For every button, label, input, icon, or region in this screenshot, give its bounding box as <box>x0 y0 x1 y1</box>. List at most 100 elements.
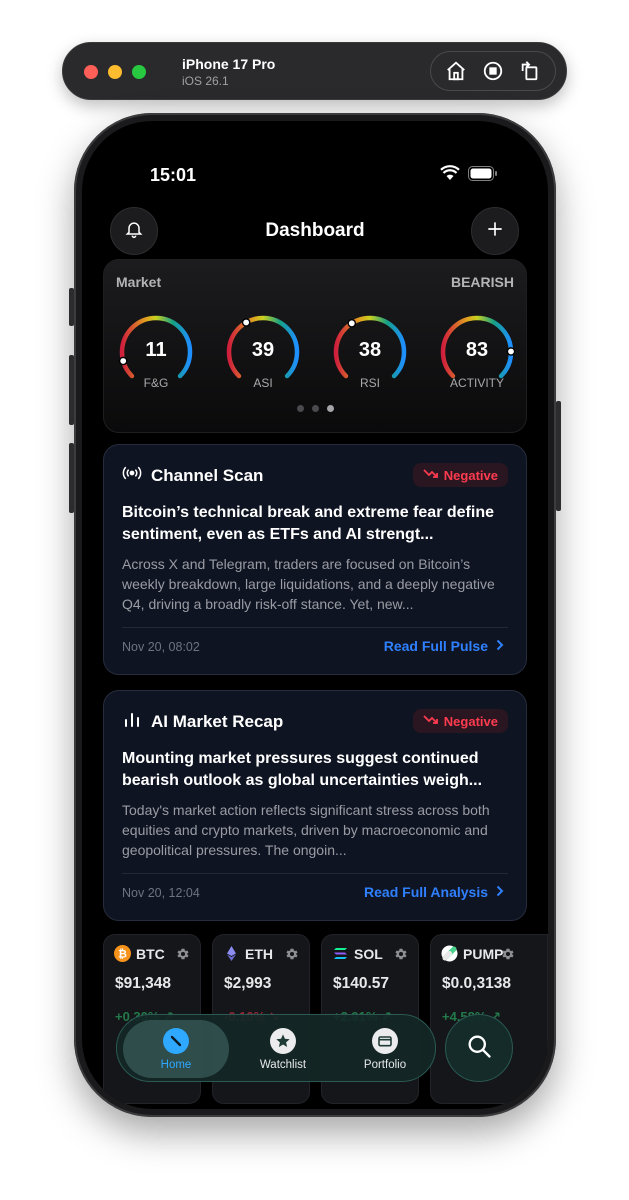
gear-icon[interactable] <box>176 947 190 966</box>
gauge-rsi[interactable]: 38 RSI <box>328 310 412 394</box>
simulator-toolbar: iPhone 17 Pro iOS 26.1 <box>62 42 567 100</box>
ai-market-recap-card[interactable]: AI Market Recap Negative Mounting market… <box>103 690 527 921</box>
volume-up-button <box>69 355 74 425</box>
card-body: Across X and Telegram, traders are focus… <box>122 556 495 612</box>
sentiment-badge: Negative <box>412 463 508 487</box>
read-full-pulse-link[interactable]: Read Full Pulse <box>384 638 504 654</box>
broadcast-icon <box>122 465 142 486</box>
os-version: iOS 26.1 <box>182 74 229 88</box>
search-button[interactable] <box>445 1014 513 1082</box>
card-timestamp: Nov 20, 12:04 <box>122 886 200 900</box>
market-label: Market <box>116 274 162 290</box>
status-icons <box>440 165 498 186</box>
tab-label: Home <box>160 1058 192 1071</box>
screenshot-icon[interactable] <box>482 60 504 82</box>
badge-label: Negative <box>443 713 498 729</box>
gauge-activity[interactable]: 83 ACTIVITY <box>435 310 519 394</box>
svg-text:₿: ₿ <box>118 948 127 961</box>
coin-price: $140.57 <box>333 975 390 992</box>
coin-price: $91,348 <box>115 975 172 992</box>
wifi-icon <box>440 165 460 186</box>
chevron-right-icon <box>496 638 504 654</box>
divider <box>122 873 508 874</box>
badge-label: Negative <box>443 467 498 483</box>
compass-icon <box>163 1027 189 1054</box>
gauge-label: RSI <box>359 376 380 390</box>
gear-icon[interactable] <box>285 947 299 966</box>
page-dot[interactable] <box>311 405 319 412</box>
gear-icon[interactable] <box>501 947 515 966</box>
coin-symbol: BTC <box>136 945 165 962</box>
trend-down-icon <box>423 468 439 483</box>
wallet-icon <box>372 1027 398 1054</box>
channel-scan-header: Channel Scan <box>122 465 263 486</box>
app-screen: 15:01 Dashboard Market BEARISH 11 F&G 39… <box>82 121 548 1109</box>
volume-down-button <box>69 443 74 513</box>
simulator-actions <box>430 51 556 91</box>
bitcoin-icon: ₿ <box>114 945 131 962</box>
minimize-window-button[interactable] <box>108 65 122 79</box>
divider <box>122 627 508 628</box>
page-dot[interactable] <box>296 405 304 412</box>
gauge-label: ASI <box>253 376 273 390</box>
card-headline: Mounting market pressures suggest contin… <box>122 750 483 789</box>
power-button <box>556 401 561 511</box>
card-body: Today's market action reflects significa… <box>122 802 490 858</box>
link-label: Read Full Analysis <box>364 884 488 900</box>
zoom-window-button[interactable] <box>132 65 146 79</box>
tab-label: Portfolio <box>363 1058 407 1071</box>
card-headline: Bitcoin’s technical break and extreme fe… <box>122 504 494 543</box>
star-icon <box>270 1027 296 1054</box>
card-title: Channel Scan <box>151 465 264 485</box>
coin-symbol: SOL <box>354 945 383 962</box>
bar-chart-icon <box>122 711 142 732</box>
gauge-label: ACTIVITY <box>449 376 504 390</box>
card-title: AI Market Recap <box>151 711 284 731</box>
dynamic-island <box>255 151 375 185</box>
gauge-value: 11 <box>145 339 167 361</box>
read-full-analysis-link[interactable]: Read Full Analysis <box>364 884 504 900</box>
solana-icon <box>334 948 347 959</box>
device-name: iPhone 17 Pro <box>182 56 276 72</box>
card-timestamp: Nov 20, 08:02 <box>122 640 200 654</box>
channel-scan-card[interactable]: Channel Scan Negative Bitcoin’s technica… <box>103 444 527 675</box>
coin-header: ₿ BTC <box>114 945 165 962</box>
gear-icon[interactable] <box>394 947 408 966</box>
gauge-indicator <box>241 318 251 327</box>
coin-header: SOL <box>332 945 383 962</box>
action-button <box>69 288 74 326</box>
coin-price: $2,993 <box>224 975 272 992</box>
page-indicator[interactable] <box>104 405 526 412</box>
battery-icon <box>468 165 498 186</box>
tab-bar: Home Watchlist Portfolio <box>116 1014 436 1082</box>
tab-portfolio[interactable]: Portfolio <box>343 1015 427 1083</box>
ethereum-icon <box>227 946 236 961</box>
plus-icon <box>485 219 505 244</box>
coin-header: PUMP <box>441 945 503 962</box>
gauge-fear-greed[interactable]: 11 F&G <box>114 310 198 394</box>
coin-header: ETH <box>223 945 273 962</box>
market-card[interactable]: Market BEARISH 11 F&G 39 ASI 38 RSI 83 A… <box>103 259 527 433</box>
tab-watchlist[interactable]: Watchlist <box>241 1015 325 1083</box>
trend-down-icon <box>423 714 439 729</box>
gauge-label: F&G <box>143 376 169 390</box>
coin-price: $0.0,3138 <box>442 975 511 992</box>
tab-label: Watchlist <box>259 1058 307 1071</box>
page-dot-active[interactable] <box>326 405 334 412</box>
coin-symbol: ETH <box>245 945 273 962</box>
home-icon[interactable] <box>445 60 467 82</box>
tab-home[interactable]: Home <box>123 1020 229 1078</box>
close-window-button[interactable] <box>84 65 98 79</box>
search-icon <box>465 1032 493 1065</box>
gauge-value: 83 <box>465 339 489 361</box>
iphone-frame: 15:01 Dashboard Market BEARISH 11 F&G 39… <box>69 113 561 1117</box>
gauge-value: 38 <box>358 339 382 361</box>
market-recap-header: AI Market Recap <box>122 711 283 732</box>
gauge-asi[interactable]: 39 ASI <box>221 310 305 394</box>
rotate-icon[interactable] <box>519 60 541 82</box>
market-sentiment: BEARISH <box>450 274 514 290</box>
gauge-value: 39 <box>251 339 275 361</box>
coin-symbol: PUMP <box>463 945 504 962</box>
add-button[interactable] <box>471 207 519 255</box>
link-label: Read Full Pulse <box>383 638 488 654</box>
